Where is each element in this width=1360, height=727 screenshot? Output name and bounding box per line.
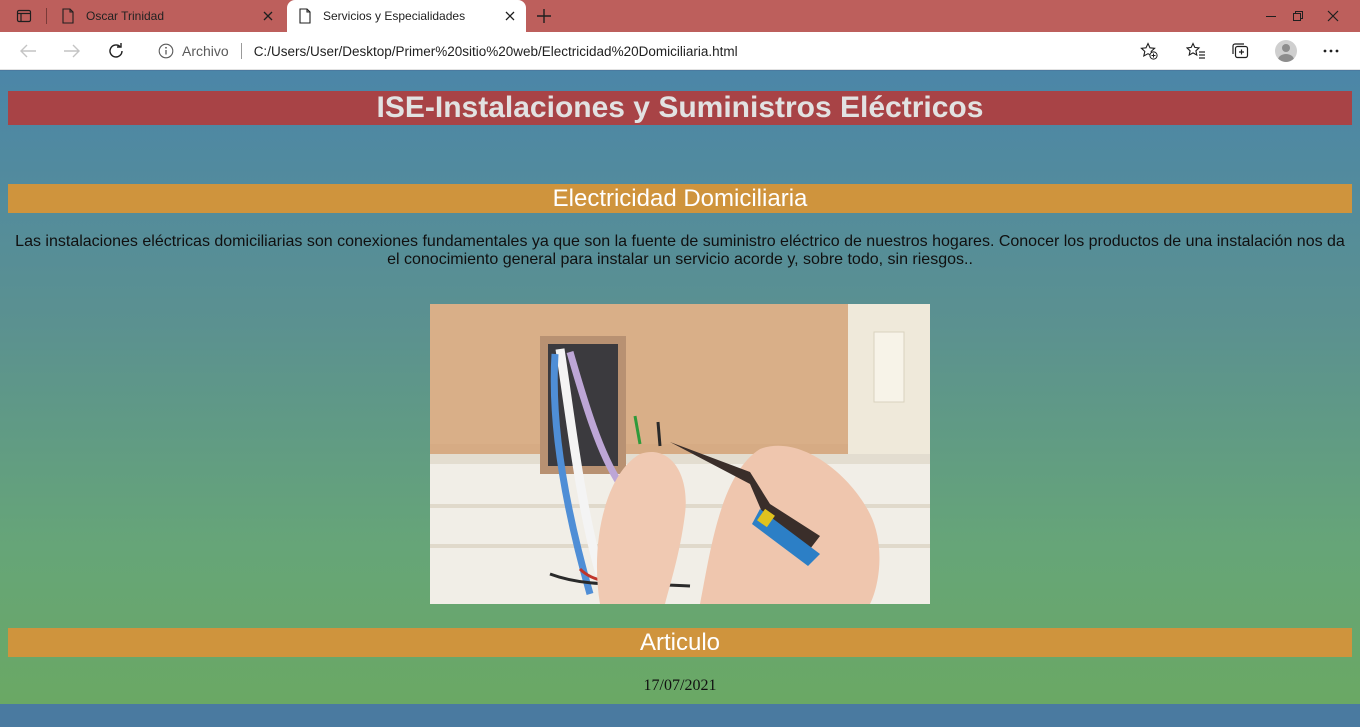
back-arrow-icon[interactable] [15, 39, 41, 63]
article-title: Articulo [8, 628, 1352, 657]
forward-arrow-icon[interactable] [59, 39, 85, 63]
collections-icon[interactable] [1227, 39, 1253, 63]
page-icon [60, 8, 76, 24]
tab-title: Servicios y Especialidades [323, 9, 466, 23]
minimize-icon[interactable] [1256, 0, 1286, 32]
section-title: Electricidad Domiciliaria [8, 184, 1352, 213]
article-date: 17/07/2021 [643, 677, 717, 694]
tab-oscar-trinidad[interactable]: Oscar Trinidad [52, 0, 284, 32]
divider [240, 43, 242, 59]
tab-strip: Oscar Trinidad Servicios y Especialidade… [0, 0, 1360, 32]
electrician-photo [430, 304, 930, 604]
page-footer-strip [0, 704, 1360, 727]
more-icon[interactable] [1318, 39, 1344, 63]
security-label: Archivo [182, 43, 229, 59]
close-icon[interactable] [260, 8, 276, 24]
tab-title: Oscar Trinidad [86, 9, 165, 23]
page-icon [297, 8, 313, 24]
plus-icon[interactable] [532, 4, 556, 28]
avatar[interactable] [1275, 40, 1297, 62]
browser-toolbar: Archivo C:/Users/User/Desktop/Primer%20s… [0, 32, 1360, 70]
site-banner: ISE-Instalaciones y Suministros Eléctric… [8, 91, 1352, 125]
tab-separator [46, 8, 47, 24]
info-icon[interactable] [156, 43, 176, 59]
favorites-icon[interactable] [1183, 39, 1209, 63]
address-bar[interactable]: Archivo C:/Users/User/Desktop/Primer%20s… [144, 36, 1168, 66]
close-icon[interactable] [502, 8, 518, 24]
tab-servicios[interactable]: Servicios y Especialidades [287, 0, 526, 32]
star-plus-icon[interactable] [1138, 40, 1160, 62]
refresh-icon[interactable] [103, 39, 129, 63]
page-content: ISE-Instalaciones y Suministros Eléctric… [0, 71, 1360, 704]
url-text[interactable]: C:/Users/User/Desktop/Primer%20sitio%20w… [254, 44, 738, 59]
restore-icon[interactable] [1283, 0, 1313, 32]
tab-actions-icon[interactable] [8, 4, 40, 28]
window-close-icon[interactable] [1318, 0, 1348, 32]
intro-paragraph: Las instalaciones eléctricas domiciliari… [15, 233, 1345, 268]
